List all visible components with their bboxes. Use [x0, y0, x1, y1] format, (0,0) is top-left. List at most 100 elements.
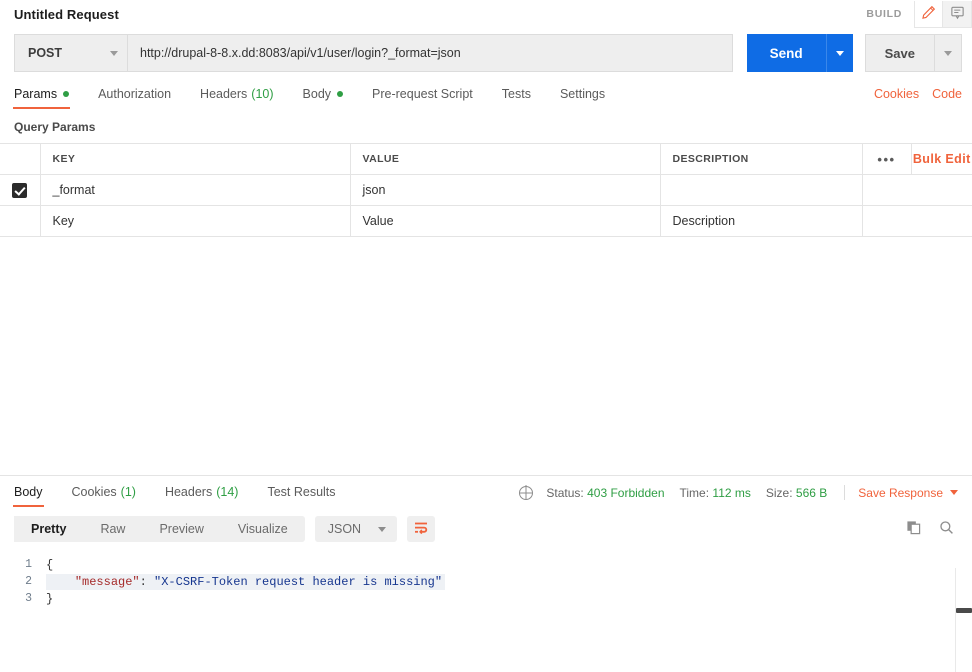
- word-wrap-icon: [413, 521, 429, 538]
- view-mode-pretty[interactable]: Pretty: [14, 516, 84, 542]
- tab-count: (14): [216, 485, 239, 499]
- response-body-code[interactable]: 1 { 2 "message": "X-CSRF-Token request h…: [0, 550, 972, 607]
- tab-label: Authorization: [98, 87, 172, 101]
- page-title: Untitled Request: [14, 6, 119, 22]
- size-meta: Size: 566 B: [766, 486, 827, 500]
- url-bar: POST http://drupal-8-8.x.dd:8083/api/v1/…: [0, 28, 972, 78]
- titlebar: Untitled Request BUILD: [0, 0, 972, 28]
- param-value[interactable]: json: [350, 174, 661, 206]
- status-label: Status:: [546, 485, 584, 500]
- tab-headers[interactable]: Headers (10): [200, 87, 273, 109]
- send-options-button[interactable]: [825, 34, 853, 72]
- code-text-highlighted: "message": "X-CSRF-Token request header …: [46, 573, 446, 590]
- code-text: }: [46, 591, 54, 606]
- header-key: KEY: [40, 143, 351, 175]
- copy-icon: [906, 521, 921, 538]
- tab-label: Cookies: [71, 485, 117, 499]
- request-tabs: Params Authorization Headers (10) Body P…: [0, 78, 972, 109]
- save-button-group: Save: [864, 34, 962, 72]
- save-response-button[interactable]: Save Response: [858, 486, 958, 500]
- response-tab-headers[interactable]: Headers (14): [165, 485, 238, 507]
- response-tab-body[interactable]: Body: [13, 485, 43, 507]
- save-response-label: Save Response: [858, 485, 943, 500]
- param-key-placeholder[interactable]: Key: [40, 205, 351, 237]
- cookies-link[interactable]: Cookies: [874, 87, 919, 101]
- comments-button[interactable]: [943, 0, 972, 28]
- response-meta: Status: 403 Forbidden Time: 112 ms Size:…: [519, 485, 958, 507]
- param-key[interactable]: _format: [40, 174, 351, 206]
- status-value: 403 Forbidden: [587, 485, 665, 500]
- param-description-placeholder[interactable]: Description: [660, 205, 863, 237]
- tab-label: Settings: [559, 87, 606, 101]
- response-body-toolbar: Pretty Raw Preview Visualize JSON: [0, 507, 972, 550]
- tab-authorization[interactable]: Authorization: [98, 87, 171, 109]
- comment-icon: [950, 5, 965, 23]
- view-mode-group: Pretty Raw Preview Visualize: [14, 516, 305, 542]
- word-wrap-button[interactable]: [407, 516, 436, 542]
- more-options-button[interactable]: •••: [863, 144, 912, 174]
- modified-dot-icon: [337, 91, 344, 97]
- tab-label: Body: [302, 87, 332, 101]
- time-value: 112 ms: [712, 485, 751, 500]
- tab-label: Headers: [200, 87, 248, 101]
- request-tabs-links: Cookies Code: [861, 87, 962, 109]
- header-actions: ••• Bulk Edit: [862, 143, 972, 175]
- send-button[interactable]: Send: [746, 34, 826, 72]
- globe-icon: [519, 485, 534, 500]
- line-number: 1: [25, 558, 32, 571]
- code-line: 3 }: [0, 590, 972, 607]
- chevron-down-icon: [835, 50, 844, 56]
- tab-label: Headers: [164, 485, 213, 499]
- param-description[interactable]: [660, 174, 863, 206]
- tab-label: Pre-request Script: [372, 87, 473, 101]
- response-right-rail-divider: [955, 568, 956, 672]
- save-button[interactable]: Save: [864, 34, 934, 72]
- tab-settings[interactable]: Settings: [560, 87, 605, 109]
- titlebar-actions: BUILD: [866, 0, 972, 28]
- url-input[interactable]: http://drupal-8-8.x.dd:8083/api/v1/user/…: [127, 34, 733, 72]
- view-mode-raw[interactable]: Raw: [83, 516, 142, 542]
- param-enabled-checkbox[interactable]: [12, 182, 28, 198]
- tab-tests[interactable]: Tests: [502, 87, 531, 109]
- code-text: {: [46, 557, 54, 572]
- tab-params[interactable]: Params: [12, 87, 71, 109]
- response-format-select[interactable]: JSON: [314, 516, 398, 542]
- edit-request-button[interactable]: [914, 0, 943, 28]
- response-body-tools: [906, 520, 958, 538]
- horizontal-scrollbar[interactable]: [956, 608, 972, 613]
- save-options-button[interactable]: [934, 34, 962, 72]
- tab-body[interactable]: Body: [303, 87, 344, 109]
- row-checkbox-cell[interactable]: [0, 174, 41, 206]
- copy-button[interactable]: [906, 520, 921, 538]
- tab-label: Tests: [501, 87, 531, 101]
- response-tabs: Body Cookies (1) Headers (14) Test Resul…: [0, 476, 972, 507]
- tab-pre-request-script[interactable]: Pre-request Script: [372, 87, 473, 109]
- size-value: 566 B: [795, 485, 828, 500]
- time-meta: Time: 112 ms: [680, 486, 751, 500]
- http-method-select[interactable]: POST: [14, 34, 127, 72]
- code-link[interactable]: Code: [932, 87, 962, 101]
- json-key: "message": [74, 574, 140, 589]
- row-actions: [862, 174, 972, 206]
- search-button[interactable]: [939, 520, 954, 538]
- response-tab-test-results[interactable]: Test Results: [267, 485, 335, 507]
- view-mode-preview[interactable]: Preview: [142, 516, 220, 542]
- code-line: 2 "message": "X-CSRF-Token request heade…: [0, 573, 972, 590]
- table-row[interactable]: Key Value Description: [0, 205, 972, 237]
- header-description: DESCRIPTION: [660, 143, 863, 175]
- response-format-value: JSON: [327, 522, 362, 536]
- json-string-value: "X-CSRF-Token request header is missing": [154, 574, 443, 589]
- line-number: 3: [25, 592, 32, 605]
- chevron-down-icon: [110, 50, 118, 56]
- chevron-down-icon: [944, 50, 952, 56]
- response-tab-cookies[interactable]: Cookies (1): [72, 485, 136, 507]
- view-mode-visualize[interactable]: Visualize: [221, 516, 305, 542]
- bulk-edit-button[interactable]: Bulk Edit: [912, 152, 972, 166]
- tab-label: Test Results: [267, 485, 336, 499]
- tab-label: Body: [14, 485, 43, 499]
- modified-dot-icon: [63, 91, 70, 97]
- row-checkbox-cell[interactable]: [0, 205, 41, 237]
- table-row[interactable]: _format json: [0, 174, 972, 206]
- param-value-placeholder[interactable]: Value: [350, 205, 661, 237]
